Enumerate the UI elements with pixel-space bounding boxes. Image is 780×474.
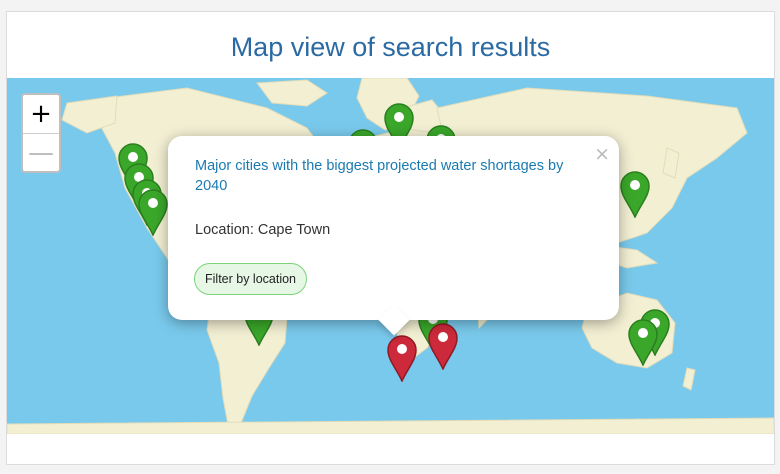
filter-by-location-button[interactable]: Filter by location (194, 263, 308, 295)
popup-title-link[interactable]: Major cities with the biggest projected … (195, 156, 575, 196)
zoom-out-button[interactable]: — (23, 134, 59, 171)
map-marker-selected[interactable] (427, 322, 459, 371)
map-marker-result[interactable] (627, 318, 659, 367)
map-marker-result[interactable] (137, 188, 169, 237)
zoom-control: + — (21, 93, 61, 173)
location-popup: × Major cities with the biggest projecte… (168, 136, 619, 336)
popup-location: Location: Cape Town (195, 222, 331, 238)
zoom-in-button[interactable]: + (23, 95, 59, 134)
map-marker-result[interactable] (619, 170, 651, 219)
close-icon[interactable]: × (594, 143, 610, 165)
map-marker-selected[interactable] (386, 334, 418, 383)
page-title: Map view of search results (230, 32, 551, 62)
